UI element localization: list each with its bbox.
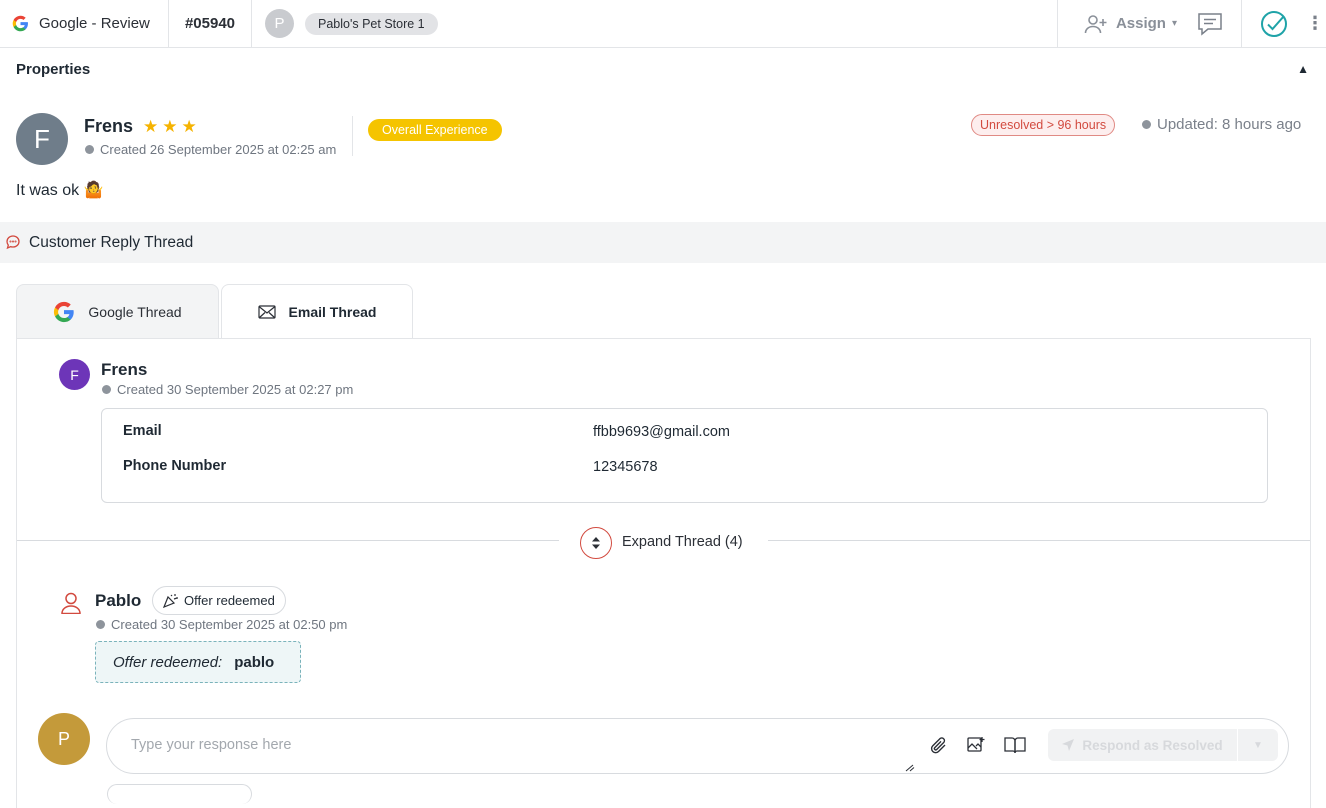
chevron-down-icon: ▾ (1171, 18, 1177, 29)
clock-icon (96, 620, 105, 629)
user-icon (61, 592, 81, 614)
tab-email-thread[interactable]: Email Thread (221, 284, 413, 339)
offer-label: Offer redeemed: (113, 653, 223, 671)
reviewer-avatar: F (16, 113, 68, 165)
thread-tabs: Google Thread Email Thread (16, 284, 413, 339)
thread-header: Customer Reply Thread (0, 222, 1326, 263)
reply-box: Respond as Resolved ▼ (106, 718, 1289, 774)
respond-options-dropdown[interactable]: ▼ (1238, 729, 1278, 761)
expand-divider-right (768, 540, 1310, 541)
clock-icon (1142, 120, 1151, 129)
google-icon (54, 301, 75, 322)
divider (352, 116, 353, 156)
store-avatar: P (265, 9, 294, 38)
source-label: Google - Review (39, 15, 150, 32)
offer-redeemed-box: Offer redeemed: pablo (95, 641, 301, 683)
status-badge: Unresolved > 96 hours (971, 114, 1116, 136)
send-icon (1062, 739, 1075, 751)
pablo-created-date: Created 30 September 2025 at 02:50 pm (96, 617, 347, 632)
collapse-properties-icon[interactable]: ▲ (1297, 62, 1309, 76)
contact-info-box: Email ffbb9693@gmail.com Phone Number 12… (101, 408, 1268, 503)
reviewer-name: Frens (84, 116, 134, 136)
add-user-icon (1084, 14, 1107, 33)
expand-divider-left (17, 540, 559, 541)
email-created-text: Created 30 September 2025 at 02:27 pm (117, 382, 354, 397)
review-created-text: Created 26 September 2025 at 02:25 am (100, 142, 337, 157)
response-input[interactable] (131, 737, 911, 753)
respond-label: Respond as Resolved (1082, 737, 1223, 753)
bottom-pill[interactable] (107, 784, 252, 804)
email-label: Email (123, 423, 162, 439)
comment-button[interactable] (1191, 0, 1241, 47)
category-badge: Overall Experience (368, 119, 502, 141)
review-created-date: Created 26 September 2025 at 02:25 am (85, 142, 336, 157)
email-author-avatar: F (59, 359, 90, 390)
reply-avatar: P (38, 713, 90, 765)
expand-thread-label[interactable]: Expand Thread (4) (622, 534, 743, 550)
book-icon[interactable] (1004, 736, 1026, 754)
resize-grip-icon[interactable] (905, 764, 915, 772)
updated-time: Updated: 8 hours ago (1142, 116, 1301, 133)
offer-badge-label: Offer redeemed (184, 593, 275, 608)
google-icon (12, 15, 28, 32)
comment-icon (1198, 12, 1222, 36)
review-text: It was ok 🤷 (16, 182, 104, 199)
top-bar: Google - Review #05940 P Pablo's Pet Sto… (0, 0, 1326, 48)
email-author-name: Frens (101, 360, 148, 379)
envelope-icon (257, 304, 276, 319)
email-created-date: Created 30 September 2025 at 02:27 pm (102, 382, 353, 397)
star-rating: ★★★ (143, 117, 201, 136)
chevron-down-icon: ▼ (1253, 739, 1263, 751)
offer-value: pablo (234, 653, 275, 671)
assign-button[interactable]: Assign ▾ (1056, 0, 1191, 47)
add-image-icon[interactable] (967, 736, 985, 754)
expand-arrows-icon (592, 537, 600, 549)
ticket-id: #05940 (169, 0, 252, 47)
chat-bubbles-icon (6, 235, 20, 250)
phone-value: 12345678 (593, 459, 658, 475)
phone-label: Phone Number (123, 458, 227, 474)
assign-label: Assign (1115, 15, 1166, 32)
clock-icon (102, 385, 111, 394)
party-popper-icon (163, 594, 178, 608)
clock-icon (85, 145, 94, 154)
offer-redeemed-badge: Offer redeemed (152, 586, 286, 615)
more-options-icon[interactable]: ⋮ (1304, 13, 1326, 34)
properties-title: Properties (16, 61, 91, 78)
respond-as-resolved-button[interactable]: Respond as Resolved (1048, 729, 1237, 761)
email-value: ffbb9693@gmail.com (593, 424, 730, 440)
paperclip-icon[interactable] (930, 736, 948, 756)
check-circle-icon (1261, 10, 1287, 37)
expand-thread-button[interactable] (580, 527, 612, 559)
pablo-created-text: Created 30 September 2025 at 02:50 pm (111, 617, 348, 632)
updated-text: Updated: 8 hours ago (1157, 116, 1302, 133)
tab-google-label: Google Thread (88, 303, 182, 320)
pablo-author-name: Pablo (95, 591, 142, 610)
tab-google-thread[interactable]: Google Thread (16, 284, 219, 339)
thread-header-label: Customer Reply Thread (29, 233, 194, 251)
tab-email-label: Email Thread (288, 303, 377, 320)
resolve-button[interactable] (1241, 0, 1304, 47)
review-source: Google - Review (0, 0, 169, 47)
store-badge[interactable]: Pablo's Pet Store 1 (305, 12, 438, 35)
